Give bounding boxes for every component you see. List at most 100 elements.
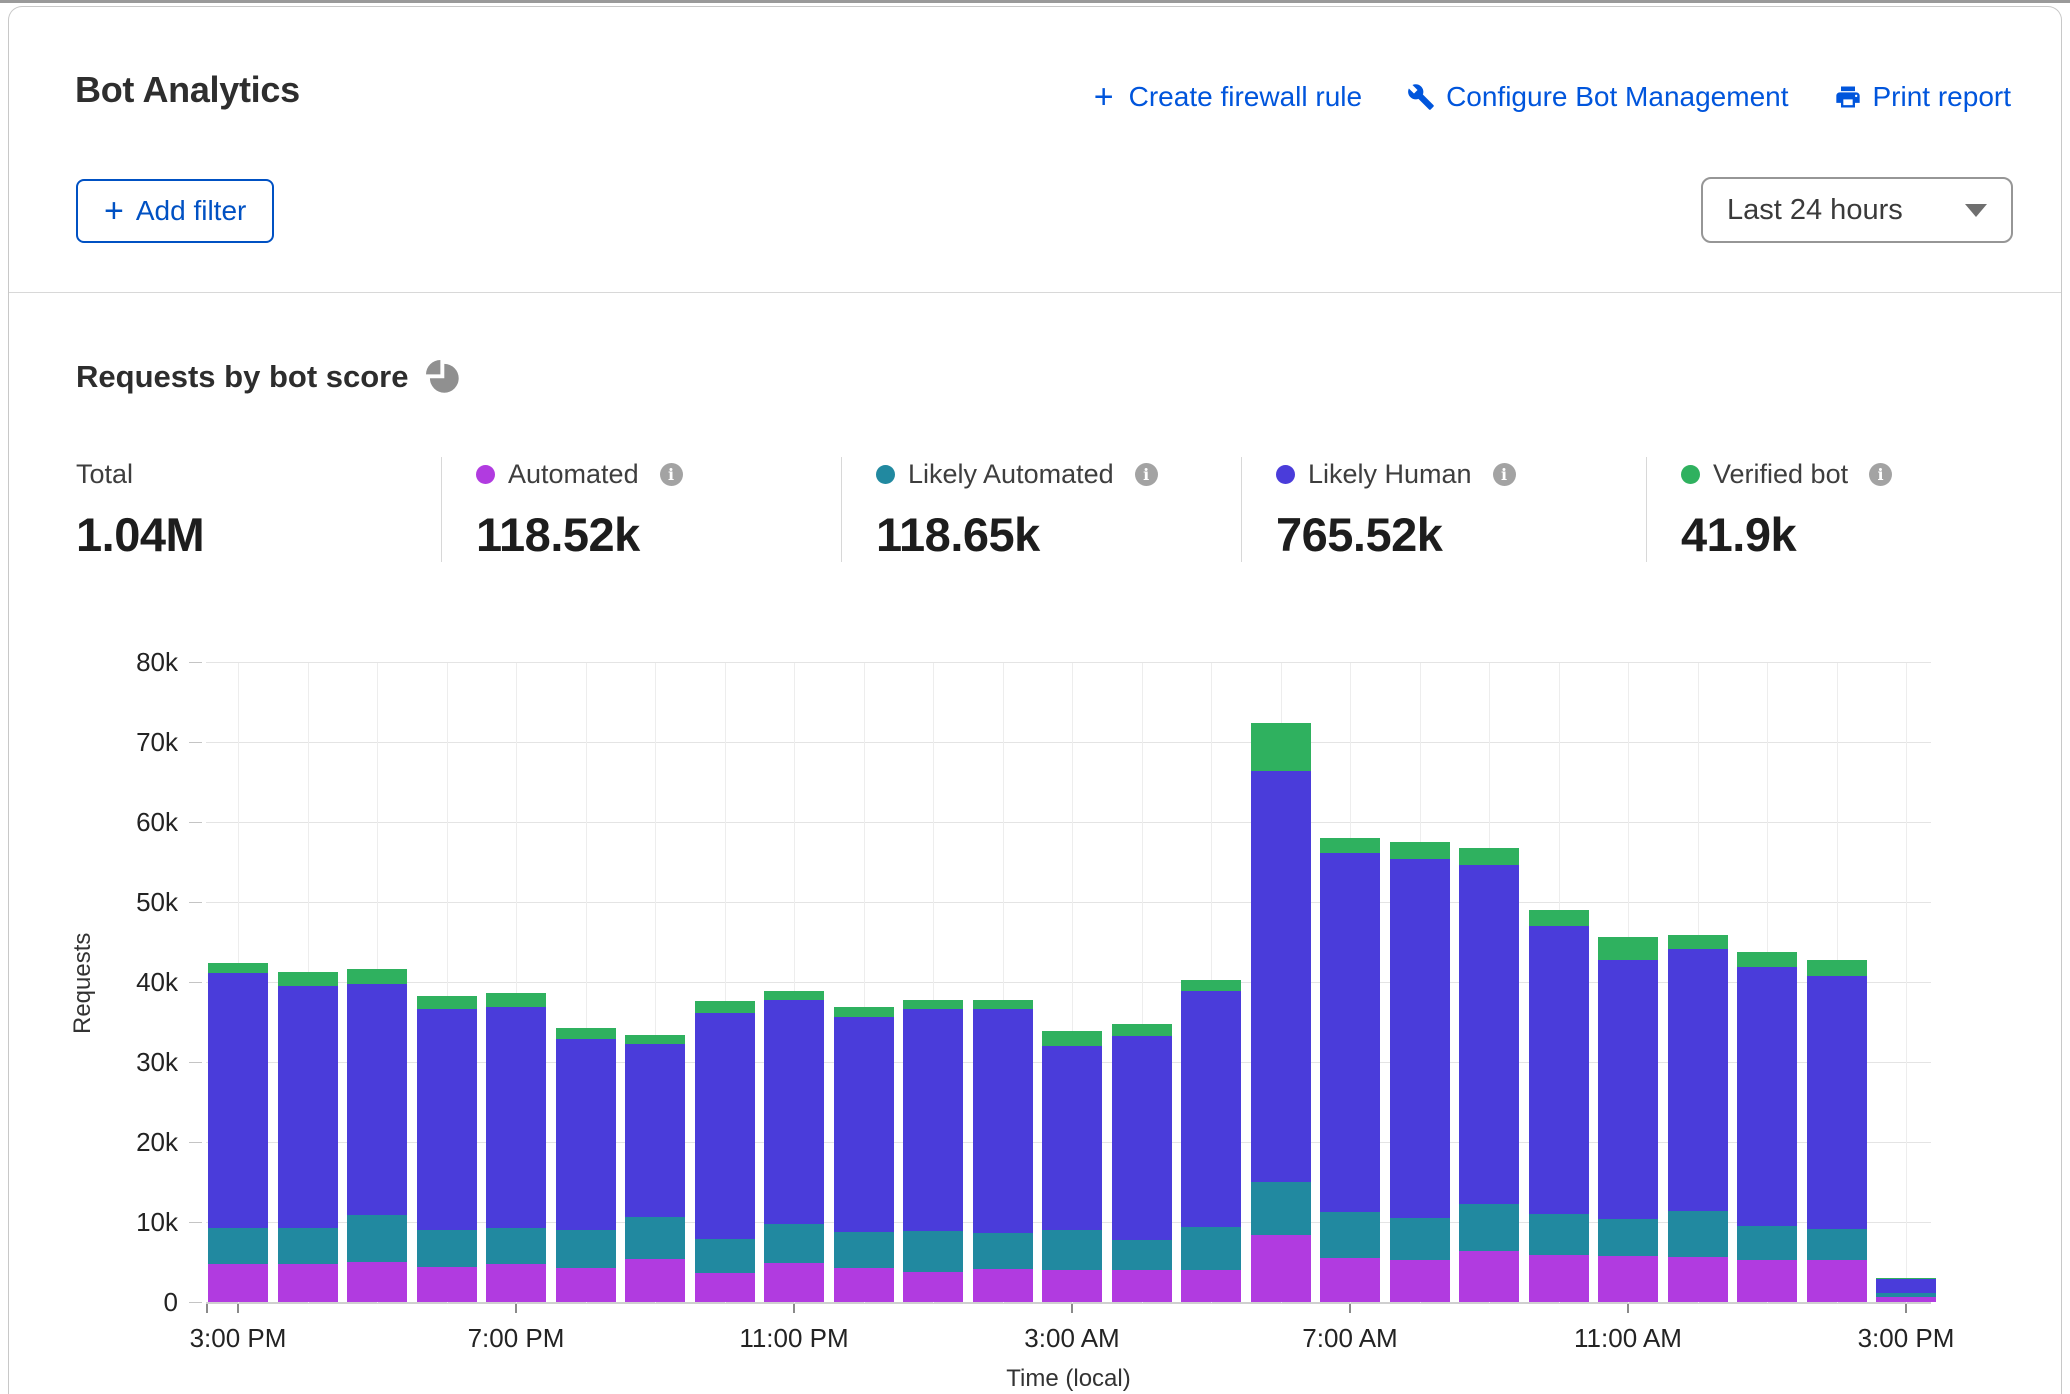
bar-segment-automated[interactable] bbox=[556, 1268, 616, 1302]
info-icon[interactable]: i bbox=[1869, 463, 1892, 486]
bar-segment-automated[interactable] bbox=[1112, 1270, 1172, 1302]
bar-21-12-00-pm[interactable] bbox=[1668, 935, 1728, 1302]
bar-0-3-00-pm[interactable] bbox=[208, 963, 268, 1302]
bar-segment-verified-bot[interactable] bbox=[695, 1001, 755, 1013]
bar-segment-verified-bot[interactable] bbox=[556, 1028, 616, 1038]
bar-23-2-00-pm[interactable] bbox=[1807, 960, 1867, 1302]
bar-segment-likely-human[interactable] bbox=[1390, 859, 1450, 1218]
bar-segment-likely-human[interactable] bbox=[1668, 949, 1728, 1211]
bar-segment-verified-bot[interactable] bbox=[208, 963, 268, 973]
bar-segment-likely-human[interactable] bbox=[903, 1009, 963, 1231]
bar-segment-automated[interactable] bbox=[1181, 1270, 1241, 1302]
bar-segment-likely-automated[interactable] bbox=[695, 1239, 755, 1273]
bar-17-8-00-am[interactable] bbox=[1390, 842, 1450, 1302]
bar-segment-likely-human[interactable] bbox=[764, 1000, 824, 1224]
bar-segment-automated[interactable] bbox=[1876, 1297, 1936, 1302]
bar-7-10-00-pm[interactable] bbox=[695, 1001, 755, 1302]
bar-segment-likely-automated[interactable] bbox=[764, 1224, 824, 1262]
bar-segment-automated[interactable] bbox=[1737, 1260, 1797, 1302]
bar-segment-likely-human[interactable] bbox=[1112, 1036, 1172, 1241]
bar-segment-likely-human[interactable] bbox=[1251, 771, 1311, 1182]
bar-segment-likely-human[interactable] bbox=[695, 1013, 755, 1239]
bar-3-6-00-pm[interactable] bbox=[417, 996, 477, 1302]
bar-segment-verified-bot[interactable] bbox=[1251, 723, 1311, 771]
bar-segment-likely-automated[interactable] bbox=[1320, 1212, 1380, 1258]
bar-segment-likely-human[interactable] bbox=[278, 986, 338, 1228]
bar-segment-likely-human[interactable] bbox=[1042, 1046, 1102, 1230]
bar-segment-likely-automated[interactable] bbox=[278, 1228, 338, 1265]
bar-segment-likely-automated[interactable] bbox=[417, 1230, 477, 1267]
bar-segment-verified-bot[interactable] bbox=[1737, 952, 1797, 966]
bar-segment-automated[interactable] bbox=[278, 1264, 338, 1302]
bar-segment-likely-human[interactable] bbox=[1876, 1279, 1936, 1293]
bar-segment-automated[interactable] bbox=[764, 1263, 824, 1302]
bar-segment-likely-automated[interactable] bbox=[1042, 1230, 1102, 1270]
bar-segment-automated[interactable] bbox=[1598, 1256, 1658, 1302]
bar-19-10-00-am[interactable] bbox=[1529, 910, 1589, 1302]
bar-6-9-00-pm[interactable] bbox=[625, 1035, 685, 1302]
bar-segment-verified-bot[interactable] bbox=[1181, 980, 1241, 991]
bar-10-1-00-am[interactable] bbox=[903, 1000, 963, 1302]
bar-segment-automated[interactable] bbox=[417, 1267, 477, 1302]
bar-segment-verified-bot[interactable] bbox=[1390, 842, 1450, 859]
bar-12-3-00-am[interactable] bbox=[1042, 1031, 1102, 1302]
bar-4-7-00-pm[interactable] bbox=[486, 993, 546, 1302]
bar-segment-verified-bot[interactable] bbox=[1320, 838, 1380, 853]
bar-segment-automated[interactable] bbox=[208, 1264, 268, 1302]
bar-segment-verified-bot[interactable] bbox=[1668, 935, 1728, 949]
bar-segment-likely-automated[interactable] bbox=[1459, 1204, 1519, 1251]
bar-segment-verified-bot[interactable] bbox=[486, 993, 546, 1007]
bar-24-3-00-pm[interactable] bbox=[1876, 1278, 1936, 1302]
info-icon[interactable]: i bbox=[1135, 463, 1158, 486]
bar-segment-verified-bot[interactable] bbox=[764, 991, 824, 1001]
bar-segment-automated[interactable] bbox=[1807, 1260, 1867, 1302]
bar-segment-automated[interactable] bbox=[973, 1269, 1033, 1302]
bar-segment-automated[interactable] bbox=[1390, 1260, 1450, 1302]
bar-segment-likely-automated[interactable] bbox=[556, 1230, 616, 1268]
bar-segment-likely-automated[interactable] bbox=[973, 1233, 1033, 1269]
bar-segment-likely-automated[interactable] bbox=[347, 1215, 407, 1262]
bar-14-5-00-am[interactable] bbox=[1181, 980, 1241, 1302]
action-print-report[interactable]: Print report bbox=[1833, 81, 2012, 113]
bar-segment-likely-human[interactable] bbox=[1529, 926, 1589, 1214]
bar-2-5-00-pm[interactable] bbox=[347, 969, 407, 1302]
bar-segment-likely-human[interactable] bbox=[208, 973, 268, 1228]
bar-segment-automated[interactable] bbox=[486, 1264, 546, 1302]
bar-segment-likely-human[interactable] bbox=[1459, 865, 1519, 1203]
add-filter-button[interactable]: + Add filter bbox=[76, 179, 274, 243]
bar-segment-likely-human[interactable] bbox=[486, 1007, 546, 1229]
bar-18-9-00-am[interactable] bbox=[1459, 848, 1519, 1302]
bar-segment-likely-human[interactable] bbox=[973, 1009, 1033, 1233]
bar-segment-verified-bot[interactable] bbox=[1459, 848, 1519, 865]
bar-segment-likely-automated[interactable] bbox=[1529, 1214, 1589, 1255]
bar-segment-automated[interactable] bbox=[1042, 1270, 1102, 1302]
bar-segment-verified-bot[interactable] bbox=[625, 1035, 685, 1045]
bar-segment-automated[interactable] bbox=[903, 1272, 963, 1302]
bar-segment-likely-human[interactable] bbox=[417, 1009, 477, 1230]
bar-segment-likely-human[interactable] bbox=[1807, 976, 1867, 1229]
bar-segment-verified-bot[interactable] bbox=[1807, 960, 1867, 976]
bar-15-6-00-am[interactable] bbox=[1251, 723, 1311, 1302]
bar-segment-likely-automated[interactable] bbox=[1807, 1229, 1867, 1260]
bar-segment-verified-bot[interactable] bbox=[1598, 937, 1658, 959]
bar-segment-automated[interactable] bbox=[1529, 1255, 1589, 1302]
bar-segment-likely-automated[interactable] bbox=[1112, 1240, 1172, 1270]
bar-segment-verified-bot[interactable] bbox=[834, 1007, 894, 1017]
bar-segment-verified-bot[interactable] bbox=[1112, 1024, 1172, 1035]
bar-segment-automated[interactable] bbox=[1251, 1235, 1311, 1302]
bar-segment-verified-bot[interactable] bbox=[278, 972, 338, 986]
bar-segment-likely-automated[interactable] bbox=[1251, 1182, 1311, 1235]
bar-segment-verified-bot[interactable] bbox=[347, 969, 407, 983]
bar-13-4-00-am[interactable] bbox=[1112, 1024, 1172, 1302]
bar-segment-verified-bot[interactable] bbox=[903, 1000, 963, 1010]
bar-segment-likely-automated[interactable] bbox=[1737, 1226, 1797, 1260]
bar-11-2-00-am[interactable] bbox=[973, 1000, 1033, 1302]
bar-8-11-00-pm[interactable] bbox=[764, 991, 824, 1302]
bar-segment-likely-automated[interactable] bbox=[208, 1228, 268, 1263]
bar-16-7-00-am[interactable] bbox=[1320, 838, 1380, 1302]
bar-segment-likely-automated[interactable] bbox=[1390, 1218, 1450, 1260]
bar-segment-verified-bot[interactable] bbox=[973, 1000, 1033, 1009]
bar-segment-likely-automated[interactable] bbox=[903, 1231, 963, 1272]
time-range-select[interactable]: Last 24 hours bbox=[1701, 177, 2013, 243]
bar-segment-likely-human[interactable] bbox=[1181, 991, 1241, 1227]
